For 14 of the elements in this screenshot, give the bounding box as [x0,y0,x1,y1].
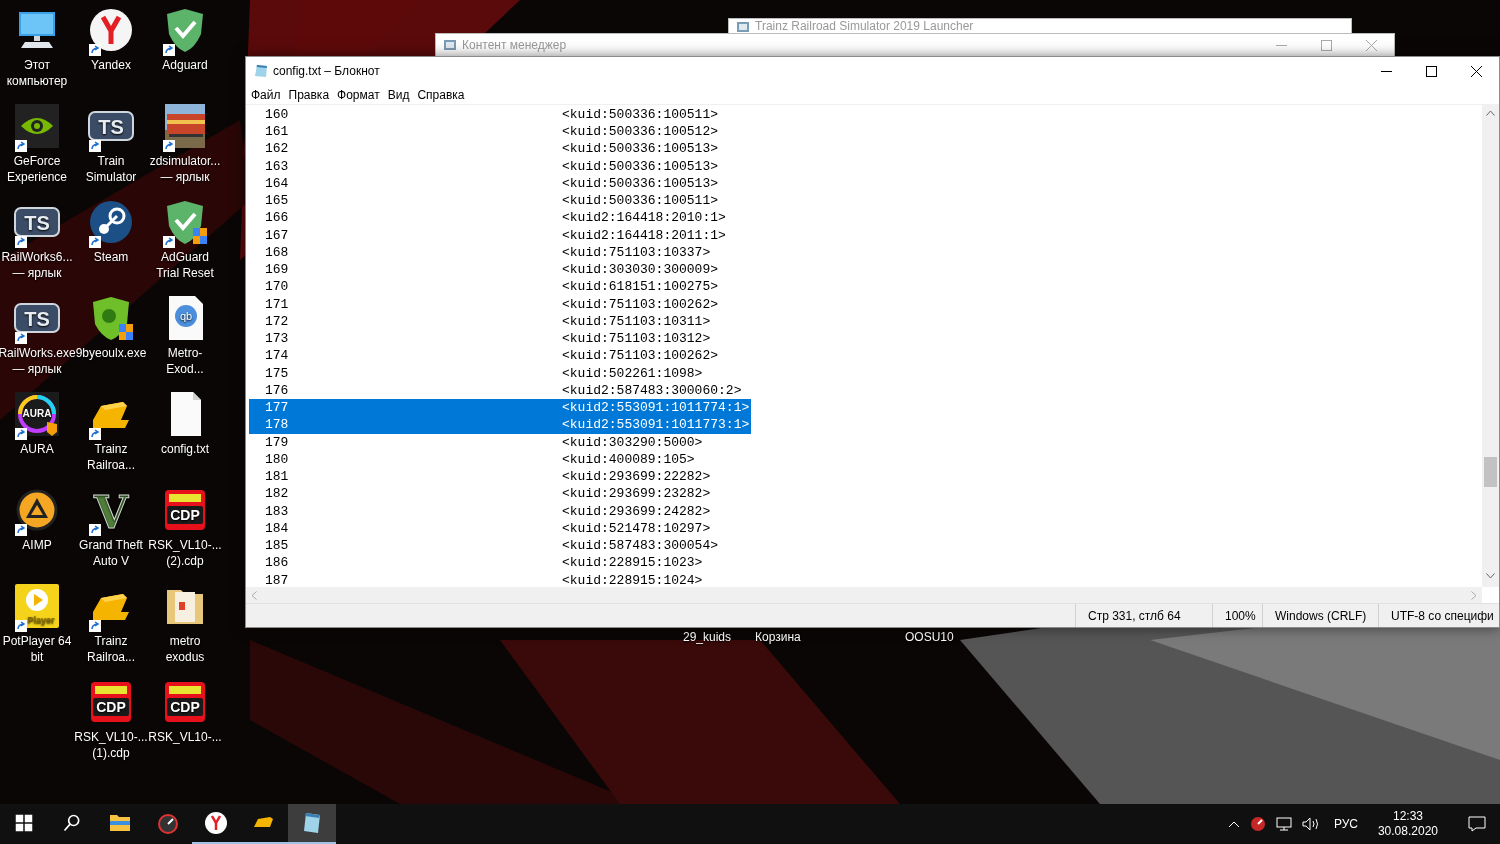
search-icon [62,813,82,833]
language-indicator[interactable]: РУС [1329,815,1362,833]
chevron-up-icon[interactable] [1227,820,1240,828]
speaker-icon[interactable] [1301,817,1320,831]
y-logo-icon [204,811,228,835]
clock-date: 30.08.2020 [1377,824,1438,839]
network-icon[interactable] [1275,817,1292,831]
notification-icon[interactable] [1468,816,1486,832]
taskbar-button[interactable] [288,804,336,844]
clock-time: 12:33 [1392,809,1423,824]
gauge-icon[interactable] [1249,816,1266,832]
windows-icon [15,814,33,832]
gauge-icon [156,811,180,835]
clock[interactable]: 12:33 30.08.2020 [1371,809,1444,839]
